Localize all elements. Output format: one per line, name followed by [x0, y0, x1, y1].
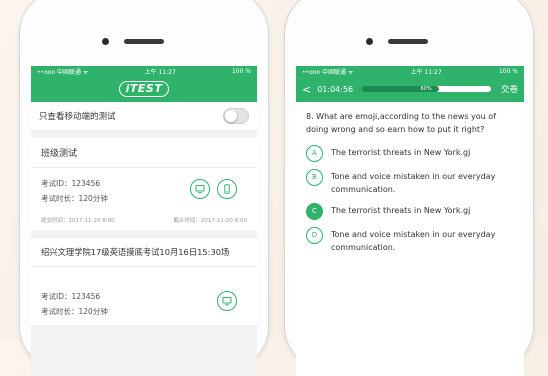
speaker-grille	[124, 39, 164, 44]
camera-dot	[366, 38, 373, 45]
option-letter: D	[306, 227, 323, 244]
countdown-timer: 01:04:56	[317, 84, 354, 94]
speaker-grille	[388, 39, 428, 44]
test-card[interactable]: 绍兴文理学院17级英语摸底考试10月16日15:30场 考试ID：123456 …	[31, 238, 257, 325]
camera-dot	[102, 38, 109, 45]
clock-label: 上午 11:27	[144, 68, 176, 76]
test-card-body: 考试ID：123456 考试时长：120分钟	[31, 168, 257, 212]
test-card-footer: 提交时间：2017-11-20 8:00 截止时间：2017-11-20 8:0…	[31, 212, 257, 230]
pc-mode-button[interactable]	[190, 179, 210, 199]
quiz-toolbar: < 01:04:56 60% 交卷	[296, 76, 524, 102]
test-card[interactable]: 班级测试 考试ID：123456 考试时长：120分钟 提交时间：2017-11…	[31, 138, 257, 230]
option-text: The terrorist threats in New York.gj	[331, 206, 471, 215]
toggle-knob	[225, 110, 237, 122]
quiz-screen: ••ooo 中国联通 ᯤ 上午 11:27 100 % < 01:04:56 6…	[296, 66, 524, 376]
status-bar: ••ooo 中国联通 ᯤ 上午 11:27 100 %	[296, 66, 524, 76]
progress-percent: 60%	[420, 86, 432, 92]
battery-label: 100 %	[231, 67, 251, 75]
app-header: iTEST	[31, 76, 257, 102]
option-text: Tone and voice mistaken in our everyday …	[331, 230, 496, 252]
question-text: 8. What are emoji,according to the news …	[306, 112, 496, 134]
test-list-screen: ••ooo 中国联通 ᯤ 上午 11:27 100 % iTEST 只查看移动端…	[31, 66, 257, 376]
option-letter: C	[306, 203, 323, 220]
battery-label: 100 %	[498, 67, 518, 75]
test-card-title: 班级测试	[31, 138, 257, 168]
answer-options: A The terrorist threats in New York.gj B…	[296, 142, 524, 258]
submit-time: 提交时间：2017-11-20 8:00	[41, 218, 115, 224]
answer-option[interactable]: A The terrorist threats in New York.gj	[296, 142, 524, 166]
mobile-mode-button[interactable]	[217, 179, 237, 199]
mobile-only-label: 只查看移动端的测试	[39, 112, 116, 122]
answer-option[interactable]: C The terrorist threats in New York.gj	[296, 200, 524, 224]
test-card-title: 绍兴文理学院17级英语摸底考试10月16日15:30场	[31, 238, 257, 267]
phone-right: ••ooo 中国联通 ᯤ 上午 11:27 100 % < 01:04:56 6…	[285, 0, 533, 376]
monitor-icon	[222, 297, 232, 306]
answer-option[interactable]: D Tone and voice mistaken in our everyda…	[296, 224, 524, 258]
submit-exam-button[interactable]: 交卷	[501, 83, 518, 95]
status-bar: ••ooo 中国联通 ᯤ 上午 11:27 100 %	[31, 66, 257, 76]
mobile-only-toggle[interactable]	[223, 108, 249, 124]
test-card-body: 考试ID：123456 考试时长：120分钟	[31, 267, 257, 325]
monitor-icon	[195, 185, 205, 194]
progress-bar: 60%	[361, 86, 491, 92]
phone-left: ••ooo 中国联通 ᯤ 上午 11:27 100 % iTEST 只查看移动端…	[20, 0, 268, 376]
deadline-time: 截止时间：2017-11-20 8:00	[173, 218, 247, 224]
phone-icon	[224, 184, 230, 194]
back-chevron-icon[interactable]: <	[302, 83, 311, 96]
app-logo: iTEST	[118, 81, 170, 97]
option-text: Tone and voice mistaken in our everyday …	[331, 172, 496, 194]
exam-duration: 考试时长：120分钟	[41, 307, 108, 316]
carrier-label: ••ooo 中国联通 ᯤ	[37, 68, 89, 76]
option-text: The terrorist threats in New York.gj	[331, 148, 471, 157]
option-letter: B	[306, 169, 323, 186]
answer-option[interactable]: B Tone and voice mistaken in our everyda…	[296, 166, 524, 200]
carrier-label: ••ooo 中国联通 ᯤ	[302, 68, 354, 76]
option-letter: A	[306, 145, 323, 162]
clock-label: 上午 11:27	[410, 68, 442, 76]
exam-duration: 考试时长：120分钟	[41, 194, 108, 203]
pc-mode-button[interactable]	[217, 291, 237, 311]
mobile-only-toggle-row[interactable]: 只查看移动端的测试	[31, 102, 257, 130]
